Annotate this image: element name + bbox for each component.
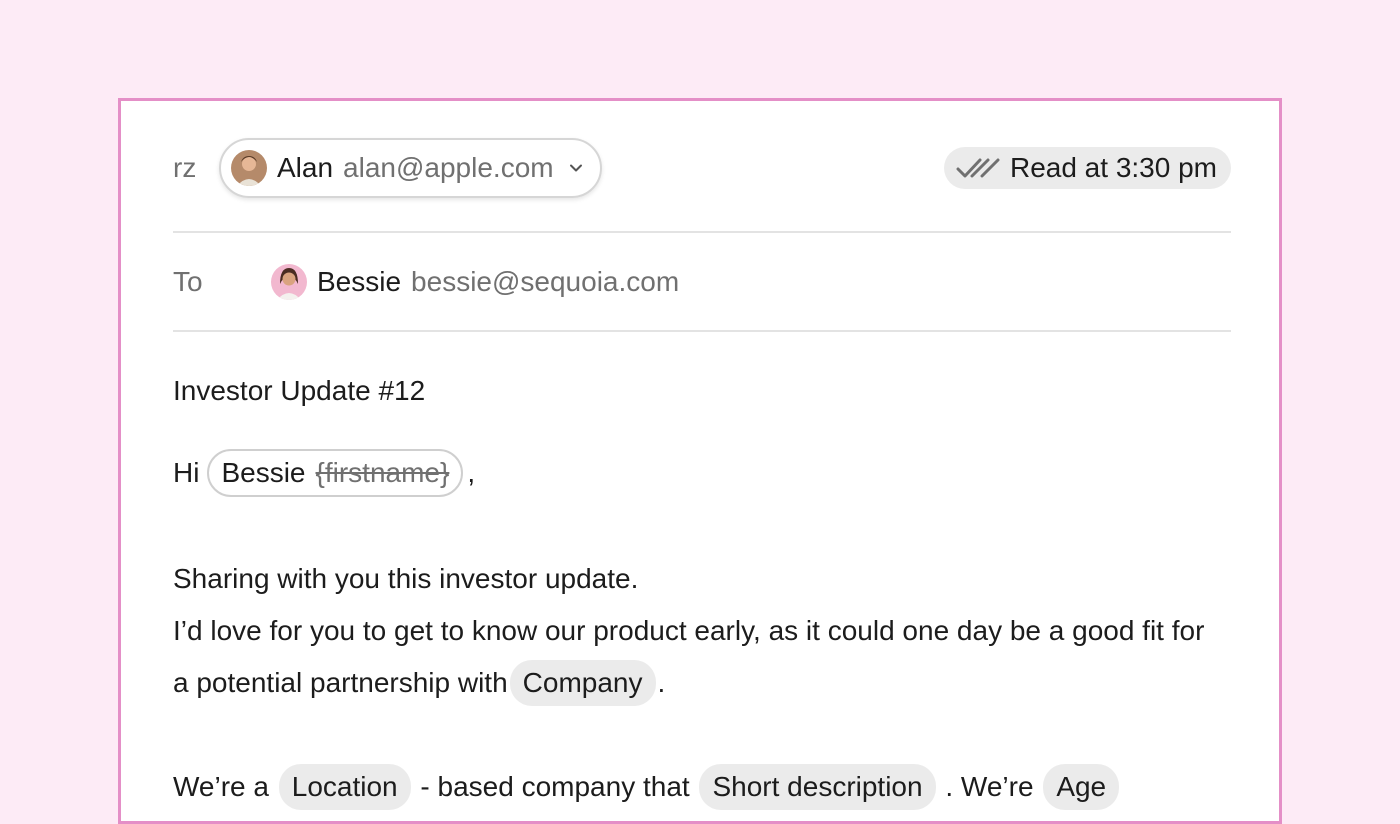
recipient-name: Bessie — [317, 266, 402, 297]
double-check-icon — [956, 158, 1000, 178]
chevron-down-icon[interactable] — [566, 158, 586, 178]
body-paragraph[interactable]: We’re a Location - based company that Sh… — [173, 761, 1219, 813]
greeting-suffix: , — [467, 457, 476, 488]
body-text: I’d love for you to get to know our prod… — [173, 615, 1205, 698]
age-variable-chip[interactable]: Age — [1043, 764, 1120, 810]
recipient-email: bessie@sequoia.com — [411, 266, 680, 297]
greeting-prefix: Hi — [173, 457, 200, 488]
sender-selector[interactable]: Alan alan@apple.com — [219, 138, 602, 198]
body-line: I’d love for you to get to know our prod… — [173, 605, 1219, 709]
from-row: rz Alan alan@apple.com Read at 3:30 pm — [173, 137, 1231, 199]
body-line: Sharing with you this investor update. — [173, 563, 639, 594]
sender-avatar — [231, 150, 267, 186]
body-text: . — [657, 667, 666, 698]
recipient[interactable]: Bessie bessie@sequoia.com — [271, 264, 679, 300]
sender-email: alan@apple.com — [343, 152, 554, 183]
divider — [173, 231, 1231, 233]
email-card: rz Alan alan@apple.com Read at 3:30 pm T… — [118, 98, 1282, 824]
read-status-badge: Read at 3:30 pm — [943, 147, 1231, 189]
company-variable-chip[interactable]: Company — [509, 660, 656, 706]
greeting-name: Bessie — [221, 457, 306, 488]
to-row: To Bessie bessie@sequoia.com — [173, 259, 1231, 305]
from-label: rz — [173, 152, 197, 183]
sender-name: Alan — [277, 152, 334, 183]
recipient-avatar — [271, 264, 307, 300]
body-paragraph[interactable]: Sharing with you this investor update. I… — [173, 553, 1219, 709]
email-subject[interactable]: Investor Update #12 — [173, 375, 425, 407]
divider — [173, 330, 1231, 332]
body-text: - based company that — [420, 771, 690, 802]
location-variable-chip[interactable]: Location — [278, 764, 411, 810]
body-text: . We’re — [945, 771, 1034, 802]
firstname-variable-chip[interactable]: Bessie {firstname} — [207, 449, 464, 497]
body-text: We’re a — [173, 771, 269, 802]
to-label: To — [173, 266, 203, 297]
read-status-text: Read at 3:30 pm — [1009, 152, 1217, 183]
short-description-variable-chip[interactable]: Short description — [699, 764, 936, 810]
greeting-line: Hi Bessie {firstname} , — [173, 447, 1219, 499]
firstname-placeholder: {firstname} — [315, 457, 450, 488]
